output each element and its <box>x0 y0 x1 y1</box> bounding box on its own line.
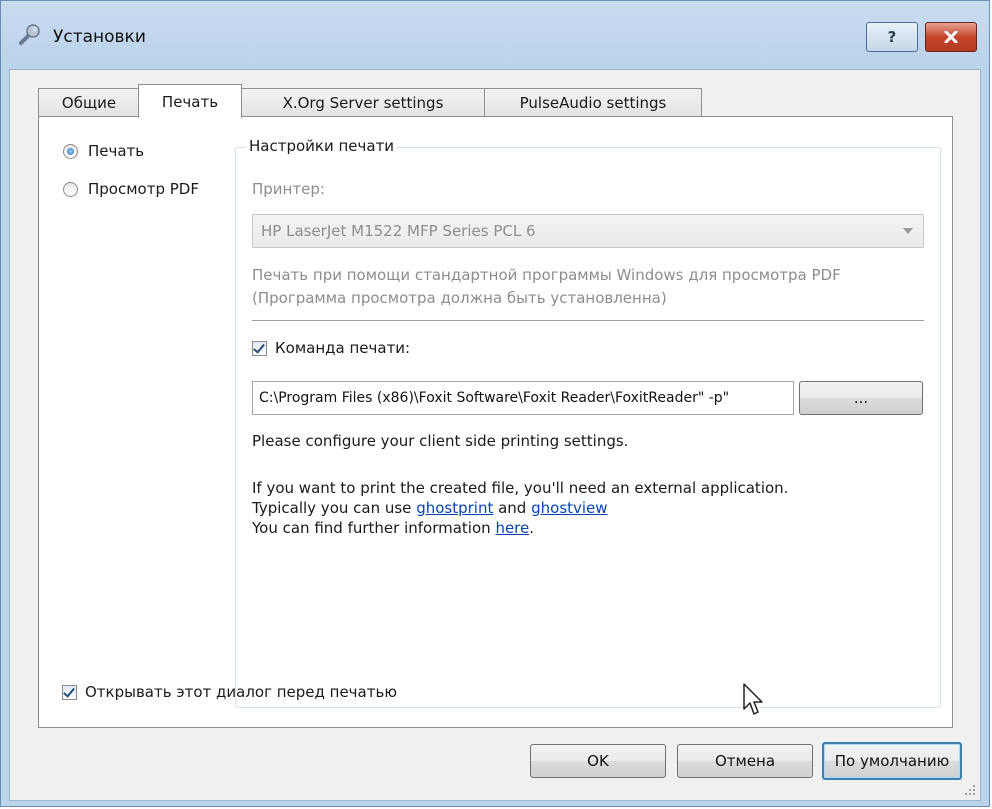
printer-select-value: HP LaserJet M1522 MFP Series PCL 6 <box>261 222 536 240</box>
checkbox-checked-icon[interactable] <box>252 340 267 356</box>
radio-unchecked-icon[interactable] <box>63 181 78 197</box>
ext-line-3: You can find further information here. <box>252 518 788 538</box>
separator <box>252 320 924 321</box>
close-button[interactable] <box>925 22 977 52</box>
print-command-label: Команда печати: <box>275 339 411 357</box>
ext-line-2: Typically you can use ghostprint and gho… <box>252 498 788 518</box>
ghostview-link[interactable]: ghostview <box>531 499 607 517</box>
printer-label: Принтер: <box>252 180 325 198</box>
help-button[interactable]: ? <box>866 22 918 52</box>
ext-line-1: If you want to print the created file, y… <box>252 479 789 497</box>
print-tab-panel: Печать Просмотр PDF Настройки печати При… <box>38 116 953 728</box>
open-dialog-label: Открывать этот диалог перед печатью <box>85 683 397 701</box>
mouse-cursor-icon <box>743 683 763 715</box>
ok-button[interactable]: OK <box>530 744 666 778</box>
resize-grip-icon[interactable] <box>964 784 976 796</box>
wrench-icon <box>19 24 40 45</box>
ext-line-2-prefix: Typically you can use <box>252 499 417 517</box>
group-legend: Настройки печати <box>246 137 398 155</box>
print-command-checkbox-row[interactable]: Команда печати: <box>252 339 410 357</box>
radio-checked-icon[interactable] <box>63 143 78 159</box>
dialog-client-area: Общие Печать X.Org Server settings Pulse… <box>9 69 981 801</box>
chevron-down-icon[interactable] <box>903 228 913 234</box>
settings-window: Установки ? Общие Печать X.Org Server se… <box>0 0 990 807</box>
ext-and-text: and <box>493 499 532 517</box>
title-bar[interactable]: Установки ? <box>1 1 991 71</box>
tab-pulseaudio-settings[interactable]: PulseAudio settings <box>484 88 702 117</box>
open-dialog-checkbox-row[interactable]: Открывать этот диалог перед печатью <box>62 683 397 701</box>
print-mode-radio[interactable]: Печать <box>63 142 144 160</box>
tab-print[interactable]: Печать <box>138 84 242 118</box>
client-side-note: Please configure your client side printi… <box>252 432 629 450</box>
ghostprint-link[interactable]: ghostprint <box>416 499 493 517</box>
cancel-button[interactable]: Отмена <box>677 744 813 778</box>
default-button[interactable]: По умолчанию <box>822 742 962 780</box>
here-link[interactable]: here <box>495 519 529 537</box>
windows-viewer-info: Печать при помощи стандартной программы … <box>252 264 841 310</box>
ext-line-3-suffix: . <box>529 519 535 537</box>
window-title: Установки <box>53 27 146 47</box>
external-app-info: If you want to print the created file, y… <box>252 478 788 538</box>
print-settings-group: Настройки печати Принтер: HP LaserJet M1… <box>235 137 941 708</box>
close-icon <box>944 31 958 43</box>
info-line-2: (Программа просмотра должна быть установ… <box>252 289 667 307</box>
print-command-input[interactable] <box>252 381 794 415</box>
printer-select[interactable]: HP LaserJet M1522 MFP Series PCL 6 <box>252 214 924 248</box>
checkbox-checked-icon[interactable] <box>62 684 77 700</box>
tab-xorg-settings[interactable]: X.Org Server settings <box>240 88 486 117</box>
ext-line-3-prefix: You can find further information <box>252 519 496 537</box>
info-line-1: Печать при помощи стандартной программы … <box>252 266 841 284</box>
tab-general[interactable]: Общие <box>38 88 140 117</box>
browse-button[interactable]: ... <box>799 381 923 415</box>
pdf-preview-radio[interactable]: Просмотр PDF <box>63 180 199 198</box>
pdf-preview-label: Просмотр PDF <box>88 180 199 198</box>
print-mode-label: Печать <box>88 142 145 160</box>
